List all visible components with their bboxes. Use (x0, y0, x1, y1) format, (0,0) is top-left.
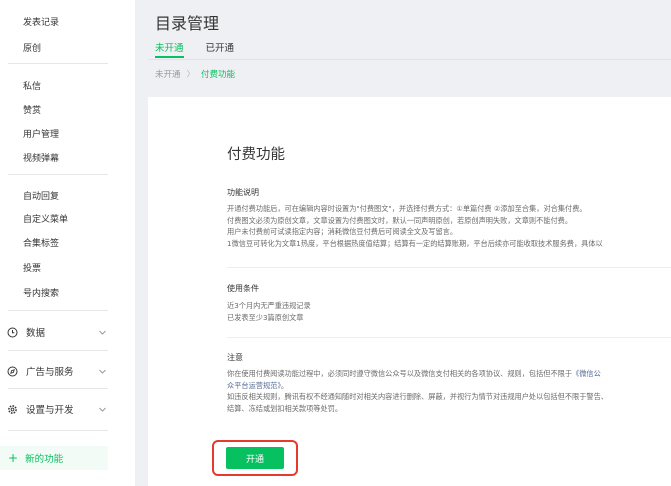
sidebar-group-settings-dev[interactable]: 设置与开发 (7, 400, 107, 418)
chevron-down-icon (97, 327, 107, 337)
sidebar-item-vote[interactable]: 投票 (23, 261, 41, 274)
condition-line: 已发表至少3篇原创文章 (227, 312, 304, 322)
sidebar-item-custom-menu[interactable]: 自定义菜单 (23, 212, 68, 225)
breadcrumb-separator: 〉 (186, 70, 196, 80)
description-line: 用户未付费前可试读指定内容；消耗微信豆付费后可阅读全文及写留言。 (227, 227, 458, 237)
sidebar-divider (8, 63, 108, 64)
description-line: 开通付费功能后，可在编辑内容时设置为"付费图文"，并选择付费方式：①单篇付费 ②… (227, 204, 587, 213)
chevron-down-icon (97, 404, 107, 414)
notice-text: 。 (280, 380, 289, 390)
section-heading-description: 功能说明 (227, 188, 259, 197)
sidebar-item-collection-tags[interactable]: 合集标签 (23, 236, 59, 249)
gear-icon (7, 404, 18, 415)
sidebar-item-messages[interactable]: 私信 (23, 79, 41, 92)
tab-not-activated[interactable]: 未开通 (155, 40, 184, 60)
sidebar-divider (8, 430, 108, 431)
section-heading-conditions: 使用条件 (227, 284, 259, 293)
tab-activated[interactable]: 已开通 (206, 40, 235, 60)
wechat-rules-link-cont[interactable]: 众平台运营规范》 (227, 381, 281, 390)
sidebar: 发表记录 原创 私信 赞赏 用户管理 视频弹幕 自动回复 自定义菜单 合集标签 … (0, 0, 135, 486)
section-body-notice: 你在使用付费阅读功能过程中，必须同时遵守微信公众号以及微信支付相关的各项协议、规… (227, 368, 608, 414)
notice-text: 你在使用付费阅读功能过程中，必须同时遵守微信公众号以及微信支付相关的各项协议、规… (227, 369, 573, 378)
chevron-down-icon (97, 366, 107, 376)
description-line: 付费图文必须为原创文章，文章设置为付费图文时，默认一同声明原创，若原创声明失败，… (227, 215, 573, 225)
condition-line: 近3个月内无严重违规记录 (227, 301, 311, 310)
plus-icon: + (8, 451, 19, 465)
page-title: 目录管理 (155, 14, 220, 33)
clock-icon (7, 327, 18, 338)
sidebar-group-data[interactable]: 数据 (7, 323, 107, 341)
sidebar-item-appreciation[interactable]: 赞赏 (23, 103, 41, 116)
sidebar-item-in-account-search[interactable]: 号内搜索 (23, 286, 59, 299)
feature-card: 付费功能 功能说明 开通付费功能后，可在编辑内容时设置为"付费图文"，并选择付费… (148, 97, 671, 486)
sidebar-group-label: 数据 (26, 328, 46, 339)
sidebar-divider (8, 310, 108, 311)
section-heading-notice: 注意 (227, 353, 243, 362)
sidebar-group-label: 广告与服务 (26, 367, 74, 378)
sidebar-item-auto-reply[interactable]: 自动回复 (23, 189, 59, 202)
sidebar-item-video-danmaku[interactable]: 视频弹幕 (23, 151, 59, 164)
tab-bar: 未开通 已开通 (155, 40, 256, 60)
compass-icon (7, 366, 18, 377)
open-button[interactable]: 开通 (226, 447, 284, 469)
sidebar-group-label: 设置与开发 (26, 405, 74, 416)
sidebar-group-ads-services[interactable]: 广告与服务 (7, 362, 107, 380)
description-line: 1微信豆可转化为文章1热度，平台根据热度值结算；结算有一定的结算账期，平台后续亦… (227, 238, 603, 248)
breadcrumb: 未开通 〉 付费功能 (155, 68, 235, 80)
sidebar-divider (8, 388, 108, 389)
section-body-conditions: 近3个月内无严重违规记录 已发表至少3篇原创文章 (227, 300, 311, 323)
feature-title: 付费功能 (227, 147, 285, 163)
sidebar-item-original[interactable]: 原创 (23, 41, 41, 54)
sidebar-item-publish-record[interactable]: 发表记录 (23, 15, 59, 28)
sidebar-item-user-management[interactable]: 用户管理 (23, 127, 59, 140)
tab-divider (148, 59, 671, 60)
sidebar-divider (8, 174, 108, 175)
breadcrumb-parent[interactable]: 未开通 (155, 68, 181, 80)
sidebar-divider (8, 350, 108, 351)
section-divider (227, 337, 671, 338)
sidebar-item-new-feature[interactable]: + 新的功能 (0, 446, 108, 470)
wechat-rules-link[interactable]: 《微信公 (572, 369, 601, 378)
notice-line: 如违反相关规则，腾讯有权不经通知随时对相关内容进行删除、屏蔽，并视行为情节对违规… (227, 392, 608, 402)
section-body-description: 开通付费功能后，可在编辑内容时设置为"付费图文"，并选择付费方式：①单篇付费 ②… (227, 203, 603, 249)
sidebar-item-label: 新的功能 (25, 454, 64, 465)
breadcrumb-current: 付费功能 (201, 70, 236, 80)
notice-line: 结算、冻结或划扣相关款项等处罚。 (227, 403, 343, 413)
section-divider (227, 267, 671, 268)
